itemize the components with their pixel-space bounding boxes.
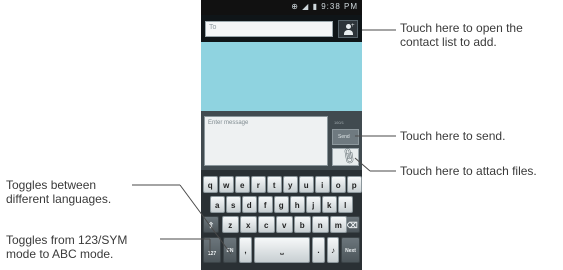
- contact-callout: Touch here to open the contact list to a…: [400, 21, 523, 49]
- mode-callout: Toggles from 123/SYM mode to ABC mode.: [6, 233, 127, 261]
- send-callout: Touch here to send.: [400, 129, 505, 143]
- language-callout-line-2: [180, 185, 231, 254]
- language-callout: Toggles between different languages.: [6, 178, 111, 206]
- attach-callout-line: [355, 158, 370, 171]
- attach-callout: Touch here to attach files.: [400, 164, 537, 178]
